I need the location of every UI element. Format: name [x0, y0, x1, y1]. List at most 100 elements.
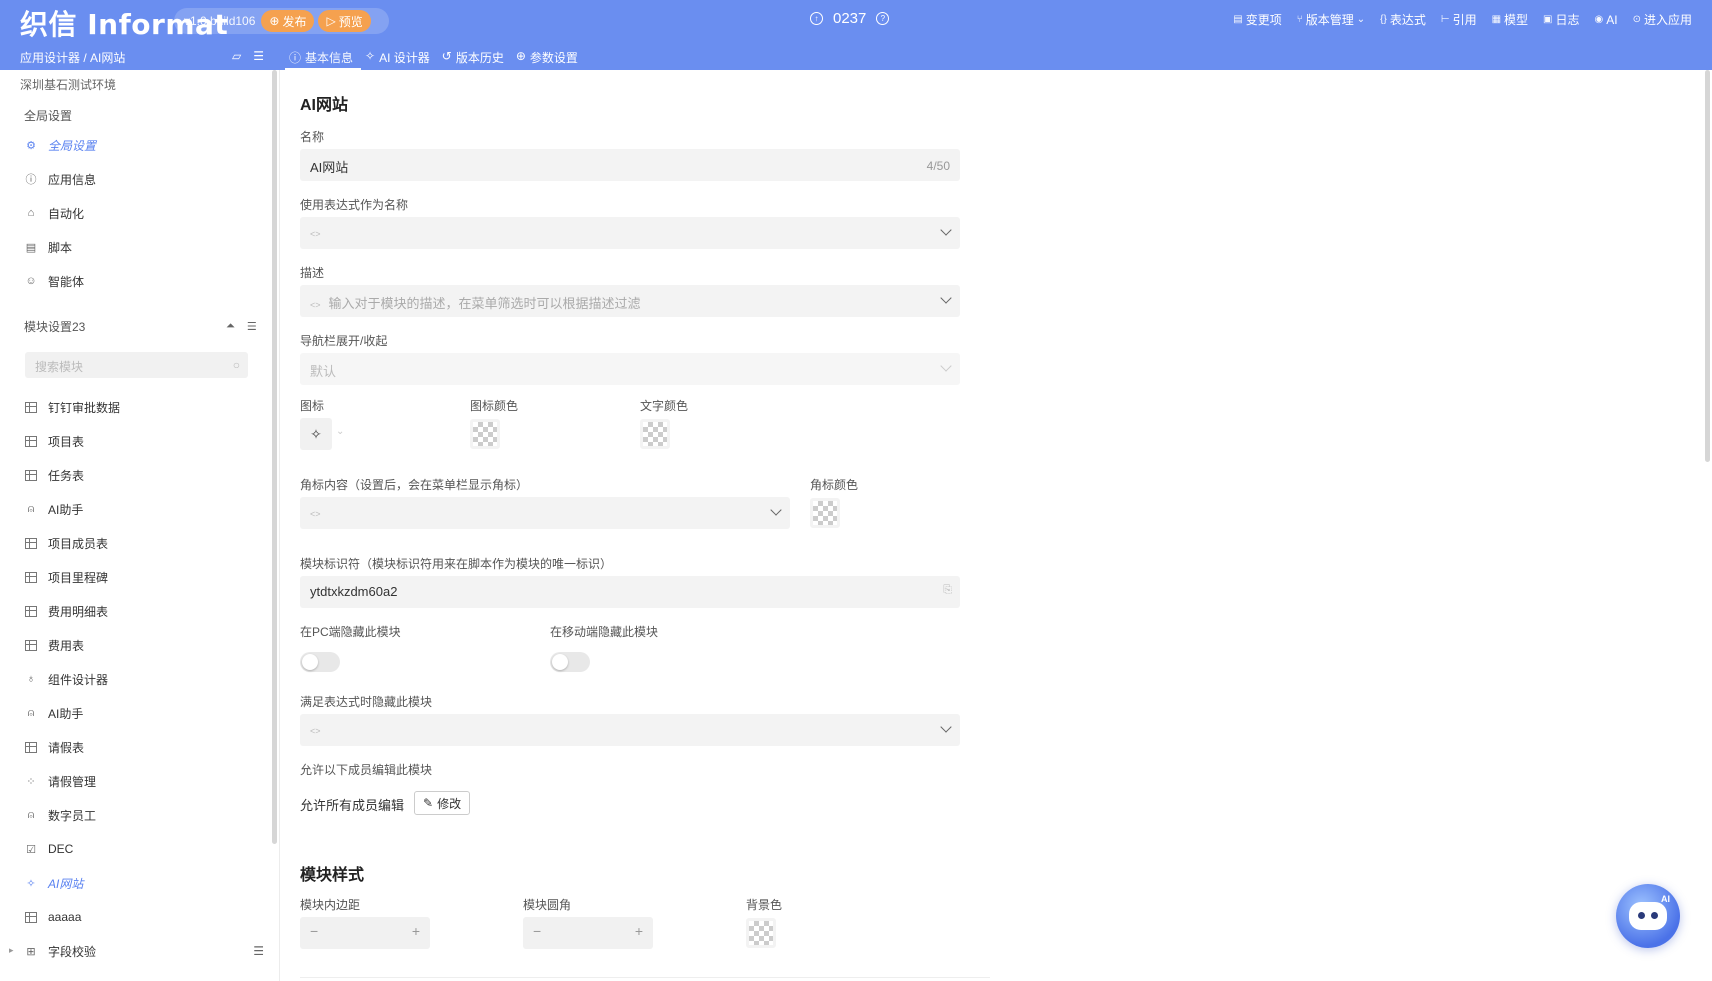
preview-button[interactable]: ▷ 预览 [318, 10, 371, 32]
module-label: 请假管理 [48, 774, 97, 789]
sidebar-item-script[interactable]: ▤ 脚本 [24, 236, 264, 258]
magic-icon: ✧ [26, 877, 36, 890]
code-icon: <> [310, 726, 321, 736]
tab-label: 参数设置 [529, 51, 578, 65]
module-item[interactable]: ♁ 组件设计器 [24, 668, 264, 690]
module-item[interactable]: 请假表 [24, 736, 264, 758]
module-label: AI网站 [48, 876, 84, 891]
page-title: AI网站 [300, 97, 349, 114]
menu-reference[interactable]: ⊢ 引用 [1441, 11, 1477, 28]
module-item[interactable]: ⊞ 字段校验 ☰ [24, 940, 264, 962]
tab-version-history[interactable]: ↺ 版本历史 [438, 46, 512, 70]
filter-list-icon[interactable]: ☰ [247, 320, 257, 333]
edit-button-label: 修改 [437, 796, 462, 811]
minus-icon[interactable]: − [310, 923, 318, 939]
sidebar-item-app-info[interactable]: ⓘ 应用信息 [24, 168, 264, 190]
log-icon: ▣ [1543, 14, 1553, 25]
module-item[interactable]: 项目表 [24, 430, 264, 452]
search-placeholder: 搜索模块 [35, 360, 84, 374]
menu-model[interactable]: ▦ 模型 [1492, 11, 1528, 28]
breadcrumb[interactable]: 应用设计器 / AI网站 [20, 49, 125, 66]
publish-button[interactable]: ⊕ 发布 [261, 10, 315, 32]
text-color-swatch[interactable] [640, 419, 670, 449]
bg-color-swatch[interactable] [746, 918, 776, 948]
ai-assistant-button[interactable]: AI [1616, 884, 1680, 948]
module-item[interactable]: ⁘ 请假管理 [24, 770, 264, 792]
hide-mobile-toggle[interactable] [550, 652, 590, 672]
module-item[interactable]: 项目成员表 [24, 532, 264, 554]
menu-ai[interactable]: ◉ AI [1595, 11, 1618, 28]
chevron-down-icon [940, 360, 952, 372]
chevron-down-icon [940, 292, 952, 304]
note-icon[interactable]: ▱ [232, 49, 241, 63]
main-scrollbar[interactable] [1705, 70, 1710, 462]
sidebar-item-global-settings[interactable]: ⚙ 全局设置 [24, 134, 264, 156]
module-item[interactable]: ⍝ AI助手 [24, 498, 264, 520]
module-item-active[interactable]: ✧ AI网站 [24, 872, 264, 894]
nav-toggle-select[interactable]: 默认 [300, 353, 960, 385]
badge-select[interactable]: <> [300, 497, 790, 529]
up-arrow-icon[interactable]: ↑ [810, 12, 823, 25]
menu-enter-app[interactable]: ⊙ 进入应用 [1633, 11, 1692, 28]
plus-icon[interactable]: + [412, 923, 420, 939]
agent-icon: ☺ [25, 275, 37, 287]
menu-expression[interactable]: {} 表达式 [1380, 11, 1426, 28]
search-input[interactable]: 搜索模块 ○ [25, 352, 248, 378]
module-item[interactable]: 项目里程碑 [24, 566, 264, 588]
sidebar-item-automation[interactable]: ⌂ 自动化 [24, 202, 264, 224]
module-label: 数字员工 [48, 808, 97, 823]
help-icon[interactable]: ? [876, 12, 890, 25]
tab-basic-info[interactable]: ⓘ 基本信息 [285, 46, 362, 70]
module-item[interactable]: ☑ DEC [24, 838, 264, 860]
menu-label: AI [1606, 12, 1618, 27]
edit-permission-button[interactable]: ✎ 修改 [414, 791, 471, 815]
icon-picker[interactable]: ✧ [300, 418, 332, 450]
plus-icon[interactable]: + [635, 923, 643, 939]
table-icon [24, 570, 38, 584]
module-item[interactable]: ⍝ AI助手 [24, 702, 264, 724]
info-icon: ⓘ [289, 51, 302, 65]
publish-icon: ⊕ [269, 14, 280, 28]
outline-icon[interactable]: ☰ [253, 49, 264, 63]
filter-list-icon[interactable]: ☰ [253, 944, 264, 958]
radius-stepper[interactable]: − + [523, 917, 653, 949]
expr-name-select[interactable]: <> [300, 217, 960, 249]
collapse-icon[interactable]: ⏶ [226, 320, 235, 333]
table-icon [24, 638, 38, 652]
copy-icon[interactable]: ⎘ [943, 584, 952, 597]
module-item[interactable]: 费用明细表 [24, 600, 264, 622]
menu-log[interactable]: ▣ 日志 [1543, 11, 1579, 28]
icon-label: 图标 [300, 399, 325, 413]
robot-icon: ⌂ [27, 207, 35, 219]
menu-version[interactable]: ⑂ 版本管理 ⌄ [1297, 11, 1365, 28]
padding-stepper[interactable]: − + [300, 917, 430, 949]
name-input[interactable]: AI网站 4/50 [300, 149, 960, 181]
sidebar-scrollbar[interactable] [272, 70, 277, 844]
badge-color-swatch[interactable] [810, 498, 840, 528]
chevron-down-icon[interactable]: ⌄ [336, 426, 344, 437]
table-icon [24, 400, 38, 414]
expand-arrow-icon[interactable]: ▸ [9, 945, 14, 956]
icon-color-swatch[interactable] [470, 419, 500, 449]
tab-ai-designer[interactable]: ✧ AI 设计器 [361, 46, 438, 70]
minus-icon[interactable]: − [533, 923, 541, 939]
module-item[interactable]: 钉钉审批数据 [24, 396, 264, 418]
tab-label: 版本历史 [455, 51, 504, 65]
name-label: 名称 [300, 130, 325, 144]
module-item[interactable]: aaaaa [24, 906, 264, 928]
tab-params[interactable]: ⊕ 参数设置 [512, 46, 586, 70]
module-item[interactable]: 费用表 [24, 634, 264, 656]
sidebar-item-label: 全局设置 [48, 138, 97, 153]
sidebar-item-agent[interactable]: ☺ 智能体 [24, 270, 264, 292]
menu-changes[interactable]: ▤ 变更项 [1233, 11, 1281, 28]
module-item[interactable]: 任务表 [24, 464, 264, 486]
desc-input[interactable]: <> 输入对于模块的描述，在菜单筛选时可以根据描述过滤 [300, 285, 960, 317]
module-key-input[interactable]: ytdtxkzdm60a2 ⎘ [300, 576, 960, 608]
hide-expr-select[interactable]: <> [300, 714, 960, 746]
version-text: v1.0 build106 [184, 14, 256, 28]
module-item[interactable]: ⍝ 数字员工 [24, 804, 264, 826]
hide-pc-toggle[interactable] [300, 652, 340, 672]
nav-toggle-value: 默认 [310, 364, 337, 379]
workflow-icon: ⁘ [26, 775, 36, 788]
table-icon [24, 468, 38, 482]
